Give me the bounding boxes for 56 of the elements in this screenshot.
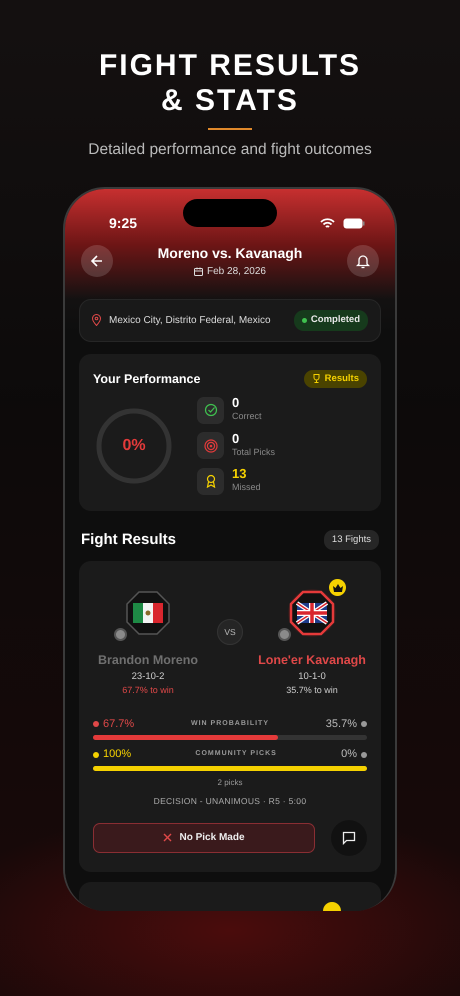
no-pick-button[interactable]: No Pick Made [93, 822, 315, 852]
close-icon [163, 833, 172, 842]
percent-right: 0% [341, 747, 357, 762]
bell-icon [356, 254, 370, 269]
back-button[interactable] [81, 245, 113, 278]
legend-dot [93, 721, 99, 727]
calendar-icon [194, 267, 204, 276]
stat-value: 13 [232, 467, 248, 482]
fight-count-badge: 13 Fights [324, 530, 379, 550]
comment-button[interactable] [331, 820, 367, 856]
percent-value: 0% [122, 436, 146, 456]
stat-label: Missed [232, 481, 261, 494]
battery-icon [343, 218, 365, 229]
chat-icon [342, 830, 356, 844]
event-date: Feb 28, 2026 [207, 265, 266, 280]
percent-left: 100% [103, 747, 132, 762]
legend-dot [93, 752, 99, 758]
fighter-badge [114, 628, 127, 642]
legend-dot [360, 752, 367, 758]
win-odds: 35.7% to win [286, 684, 338, 698]
results-text: Results [324, 372, 359, 386]
pick-count: 2 picks [216, 776, 244, 789]
legend-dot [361, 721, 367, 727]
status-time: 9:25 [109, 214, 138, 233]
fighter-name: Lone'er Kavanagh [258, 652, 366, 670]
win-odds: 67.7% to win [122, 684, 174, 698]
fighter-record: 10-1-0 [298, 670, 326, 684]
fight-method: DECISION - UNANIMOUS · R5 · 5:00 [152, 794, 308, 808]
check-circle-icon [204, 403, 218, 417]
crown-icon [332, 584, 342, 592]
back-icon [90, 254, 104, 268]
location-pin-icon [92, 314, 101, 326]
fighter-badge [278, 628, 291, 642]
medal-icon [204, 474, 218, 488]
notification-button[interactable] [346, 245, 379, 278]
stat-value: 0 [232, 432, 240, 446]
screen-title: Moreno vs. Kavanagh [158, 244, 302, 264]
subtitle: Detailed performance and fight outcomes [87, 140, 373, 160]
headline: & STATS [160, 83, 300, 118]
headline: FIGHT RESULTS [98, 48, 362, 83]
status-text: Completed [310, 313, 360, 328]
stat-label: Correct [232, 410, 262, 424]
percent-right: 35.7% [326, 716, 357, 732]
vs-badge: VS [217, 619, 243, 646]
section-title: Your Performance [93, 370, 200, 388]
percent-left: 67.7% [103, 716, 134, 732]
wifi-icon [320, 218, 335, 229]
event-location: Mexico City, Distrito Federal, Mexico [109, 314, 271, 328]
stat-value: 0 [232, 396, 240, 410]
fighter-record: 23-10-2 [132, 670, 164, 684]
trophy-icon [312, 374, 321, 384]
target-icon [204, 438, 218, 452]
fighter-name: Brandon Moreno [98, 652, 198, 670]
section-title: Fight Results [81, 530, 176, 550]
status-dot [302, 318, 307, 323]
stat-label: Total Picks [232, 446, 276, 459]
